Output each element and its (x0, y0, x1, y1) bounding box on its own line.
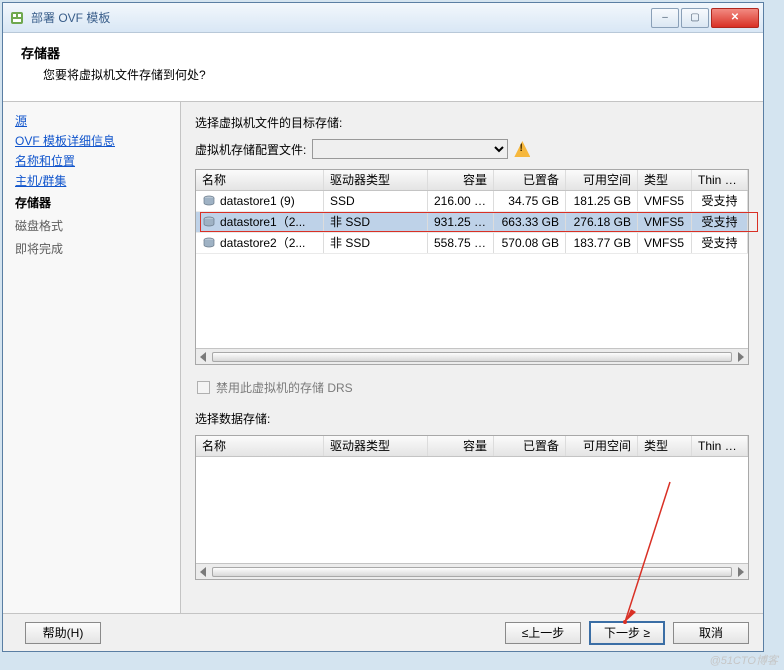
wizard-footer: 帮助(H) ≤上一步 下一步 ≥ 取消 (3, 613, 763, 651)
horizontal-scrollbar-2[interactable] (196, 563, 748, 579)
minimize-button[interactable]: – (651, 8, 679, 28)
datastore-icon (202, 215, 216, 229)
wizard-header: 存储器 您要将虚拟机文件存储到何处? (3, 33, 763, 102)
cell-thin: 受支持 (692, 212, 748, 232)
cell-free: 181.25 GB (566, 191, 638, 211)
cell-provisioned: 34.75 GB (494, 191, 566, 211)
cell-type: VMFS5 (638, 191, 692, 211)
nav-link-source[interactable]: 源 (15, 114, 168, 128)
nav-disabled-disk-format: 磁盘格式 (15, 217, 168, 234)
select-datastore-label: 选择数据存储: (195, 410, 749, 427)
back-button[interactable]: ≤上一步 (505, 622, 581, 644)
table2-header: 名称 驱动器类型 容量 已置备 可用空间 类型 Thin Provi (196, 436, 748, 457)
cell-capacity: 931.25 GB (428, 212, 494, 232)
cell-capacity: 558.75 GB (428, 233, 494, 253)
cell-drive-type: SSD (324, 191, 428, 211)
wizard-nav: 源 OVF 模板详细信息 名称和位置 主机/群集 存储器 磁盘格式 即将完成 (3, 102, 181, 613)
col-capacity[interactable]: 容量 (428, 170, 494, 190)
cell-drive-type: 非 SSD (324, 233, 428, 253)
nav-link-host-cluster[interactable]: 主机/群集 (15, 174, 168, 188)
col-type[interactable]: 类型 (638, 170, 692, 190)
cell-thin: 受支持 (692, 233, 748, 253)
cell-free: 183.77 GB (566, 233, 638, 253)
table-header: 名称 驱动器类型 容量 已置备 可用空间 类型 Thin Prov (196, 170, 748, 191)
cell-name: datastore2（2... (220, 236, 305, 250)
cell-name: datastore1 (9) (220, 194, 295, 208)
help-button[interactable]: 帮助(H) (25, 622, 101, 644)
disable-drs-row: 禁用此虚拟机的存储 DRS (197, 379, 747, 396)
disable-drs-checkbox[interactable] (197, 381, 210, 394)
window-title: 部署 OVF 模板 (31, 9, 649, 26)
cell-type: VMFS5 (638, 233, 692, 253)
cancel-button[interactable]: 取消 (673, 622, 749, 644)
datastore-icon (202, 194, 216, 208)
col-free[interactable]: 可用空间 (566, 170, 638, 190)
storage-profile-label: 虚拟机存储配置文件: (195, 141, 306, 158)
col-name[interactable]: 名称 (196, 170, 324, 190)
horizontal-scrollbar[interactable] (196, 348, 748, 364)
titlebar[interactable]: 部署 OVF 模板 – ▢ ✕ (3, 3, 763, 33)
page-subtitle: 您要将虚拟机文件存储到何处? (21, 66, 745, 83)
cell-thin: 受支持 (692, 191, 748, 211)
col2-free[interactable]: 可用空间 (566, 436, 638, 456)
selected-datastore-table: 名称 驱动器类型 容量 已置备 可用空间 类型 Thin Provi (195, 435, 749, 580)
col2-drive-type[interactable]: 驱动器类型 (324, 436, 428, 456)
table-row[interactable]: datastore2（2... 非 SSD558.75 GB570.08 GB18… (196, 233, 748, 254)
page-title: 存储器 (21, 43, 745, 62)
nav-disabled-ready: 即将完成 (15, 240, 168, 257)
wizard-body: 源 OVF 模板详细信息 名称和位置 主机/群集 存储器 磁盘格式 即将完成 选… (3, 102, 763, 613)
close-button[interactable]: ✕ (711, 8, 759, 28)
storage-profile-row: 虚拟机存储配置文件: (195, 139, 749, 159)
wizard-main: 选择虚拟机文件的目标存储: 虚拟机存储配置文件: 名称 驱动器类型 容量 已置备… (181, 102, 763, 613)
watermark: @51CTO博客 (710, 652, 778, 668)
nav-link-ovf-details[interactable]: OVF 模板详细信息 (15, 134, 168, 148)
col2-provisioned[interactable]: 已置备 (494, 436, 566, 456)
cell-provisioned: 570.08 GB (494, 233, 566, 253)
maximize-button[interactable]: ▢ (681, 8, 709, 28)
app-icon (9, 10, 25, 26)
table-row[interactable]: datastore1 (9) SSD216.00 GB34.75 GB181.25… (196, 191, 748, 212)
col2-thin[interactable]: Thin Provi (692, 436, 748, 456)
col2-type[interactable]: 类型 (638, 436, 692, 456)
col-provisioned[interactable]: 已置备 (494, 170, 566, 190)
cell-provisioned: 663.33 GB (494, 212, 566, 232)
col-drive-type[interactable]: 驱动器类型 (324, 170, 428, 190)
disable-drs-label: 禁用此虚拟机的存储 DRS (216, 379, 353, 396)
col-thin[interactable]: Thin Prov (692, 170, 748, 190)
cell-type: VMFS5 (638, 212, 692, 232)
next-button[interactable]: 下一步 ≥ (589, 621, 665, 645)
cell-name: datastore1（2... (220, 215, 305, 229)
nav-current-storage: 存储器 (15, 194, 168, 211)
target-storage-label: 选择虚拟机文件的目标存储: (195, 114, 749, 131)
col2-capacity[interactable]: 容量 (428, 436, 494, 456)
nav-link-name-location[interactable]: 名称和位置 (15, 154, 168, 168)
table-row[interactable]: datastore1（2... 非 SSD931.25 GB663.33 GB27… (196, 212, 748, 233)
cell-free: 276.18 GB (566, 212, 638, 232)
cell-capacity: 216.00 GB (428, 191, 494, 211)
warning-icon (514, 141, 530, 157)
datastore-icon (202, 236, 216, 250)
dialog-window: 部署 OVF 模板 – ▢ ✕ 存储器 您要将虚拟机文件存储到何处? 源 OVF… (2, 2, 764, 652)
storage-profile-select[interactable] (312, 139, 508, 159)
cell-drive-type: 非 SSD (324, 212, 428, 232)
datastore-table: 名称 驱动器类型 容量 已置备 可用空间 类型 Thin Prov datast… (195, 169, 749, 365)
col2-name[interactable]: 名称 (196, 436, 324, 456)
